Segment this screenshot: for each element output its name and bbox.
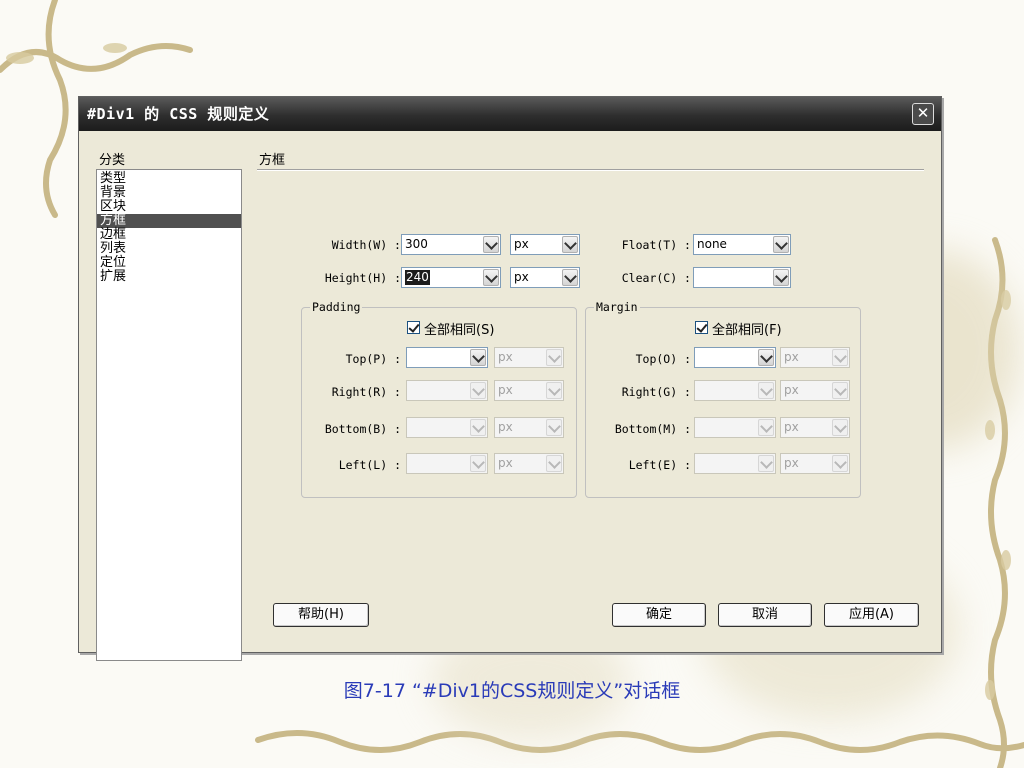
chevron-down-icon[interactable] [470, 349, 486, 366]
float-label: Float(T) : [621, 238, 691, 252]
padding-right-label: Right(R) : [331, 385, 401, 399]
chevron-down-icon[interactable] [546, 455, 562, 472]
margin-left-unit[interactable]: px [780, 453, 850, 474]
margin-same-label: 全部相同(F) [712, 323, 782, 338]
margin-top-unit-value: px [784, 350, 799, 364]
height-unit-select[interactable]: px [510, 267, 580, 288]
padding-right-unit-value: px [498, 383, 513, 397]
cancel-button[interactable]: 取消 [718, 603, 812, 627]
padding-right-unit[interactable]: px [494, 380, 564, 401]
chevron-down-icon[interactable] [773, 236, 789, 253]
category-item-selected[interactable]: 方框 [97, 214, 241, 228]
chevron-down-icon[interactable] [832, 419, 848, 436]
margin-top-label: Top(O) : [635, 352, 691, 366]
padding-left-unit[interactable]: px [494, 453, 564, 474]
category-item[interactable]: 背景 [97, 186, 241, 200]
chevron-down-icon[interactable] [483, 236, 499, 253]
chevron-down-icon[interactable] [773, 269, 789, 286]
chevron-down-icon[interactable] [758, 455, 774, 472]
margin-group-title: Margin [594, 300, 640, 314]
margin-right-unit[interactable]: px [780, 380, 850, 401]
category-item[interactable]: 定位 [97, 256, 241, 270]
height-label: Height(H) : [324, 271, 401, 285]
category-item[interactable]: 区块 [97, 200, 241, 214]
margin-left-unit-value: px [784, 456, 799, 470]
padding-left-label: Left(L) : [338, 458, 401, 472]
padding-same-label: 全部相同(S) [424, 323, 495, 338]
float-value: none [697, 237, 727, 251]
width-value: 300 [405, 237, 428, 251]
margin-top-unit[interactable]: px [780, 347, 850, 368]
margin-left-label: Left(E) : [628, 458, 691, 472]
float-select[interactable]: none [693, 234, 791, 255]
clear-label: Clear(C) : [621, 271, 691, 285]
chevron-down-icon[interactable] [758, 349, 774, 366]
css-rule-dialog: #Div1 的 CSS 规则定义 ✕ 分类 类型 背景 区块 方框 边框 列表 … [78, 96, 942, 661]
height-value: 240 [405, 270, 430, 285]
figure-caption: 图7-17 “#Div1的CSS规则定义”对话框 [343, 680, 681, 702]
padding-top-unit-value: px [498, 350, 513, 364]
padding-right-input[interactable] [406, 380, 488, 401]
help-button[interactable]: 帮助(H) [273, 603, 369, 627]
category-label: 分类 [99, 153, 126, 168]
padding-bottom-unit[interactable]: px [494, 417, 564, 438]
chevron-down-icon[interactable] [470, 419, 486, 436]
chevron-down-icon[interactable] [758, 382, 774, 399]
width-label: Width(W) : [331, 238, 401, 252]
margin-bottom-unit-value: px [784, 420, 799, 434]
chevron-down-icon[interactable] [470, 455, 486, 472]
padding-top-unit[interactable]: px [494, 347, 564, 368]
padding-bottom-label: Bottom(B) : [324, 422, 401, 436]
chevron-down-icon[interactable] [832, 382, 848, 399]
padding-top-input[interactable] [406, 347, 488, 368]
margin-bottom-unit[interactable]: px [780, 417, 850, 438]
chevron-down-icon[interactable] [546, 419, 562, 436]
padding-left-unit-value: px [498, 456, 513, 470]
category-item[interactable]: 列表 [97, 242, 241, 256]
margin-bottom-label: Bottom(M) : [614, 422, 691, 436]
margin-left-input[interactable] [694, 453, 776, 474]
chevron-down-icon[interactable] [483, 269, 499, 286]
margin-right-unit-value: px [784, 383, 799, 397]
chevron-down-icon[interactable] [832, 349, 848, 366]
height-unit: px [514, 270, 529, 284]
padding-top-label: Top(P) : [345, 352, 401, 366]
width-unit-select[interactable]: px [510, 234, 580, 255]
chevron-down-icon[interactable] [562, 269, 578, 286]
padding-group-title: Padding [310, 300, 363, 314]
padding-left-input[interactable] [406, 453, 488, 474]
apply-button[interactable]: 应用(A) [824, 603, 919, 627]
category-item[interactable]: 类型 [97, 172, 241, 186]
section-divider [257, 169, 924, 171]
padding-same-checkbox[interactable] [407, 321, 420, 334]
ok-button[interactable]: 确定 [612, 603, 706, 627]
clear-select[interactable] [693, 267, 791, 288]
margin-top-input[interactable] [694, 347, 776, 368]
chevron-down-icon[interactable] [562, 236, 578, 253]
category-item[interactable]: 边框 [97, 228, 241, 242]
close-button[interactable]: ✕ [912, 103, 934, 125]
chevron-down-icon[interactable] [546, 349, 562, 366]
dialog-title: #Div1 的 CSS 规则定义 [87, 105, 270, 123]
width-input[interactable]: 300 [401, 234, 501, 255]
chevron-down-icon[interactable] [758, 419, 774, 436]
category-list[interactable]: 类型 背景 区块 方框 边框 列表 定位 扩展 [96, 169, 242, 661]
margin-right-label: Right(G) : [621, 385, 691, 399]
height-input[interactable]: 240 [401, 267, 501, 288]
width-unit: px [514, 237, 529, 251]
margin-bottom-input[interactable] [694, 417, 776, 438]
padding-bottom-input[interactable] [406, 417, 488, 438]
chevron-down-icon[interactable] [470, 382, 486, 399]
section-title: 方框 [259, 153, 286, 168]
dialog-body: 分类 类型 背景 区块 方框 边框 列表 定位 扩展 方框 Width(W) :… [79, 131, 941, 661]
title-bar[interactable]: #Div1 的 CSS 规则定义 ✕ [79, 97, 941, 131]
padding-bottom-unit-value: px [498, 420, 513, 434]
category-item[interactable]: 扩展 [97, 270, 241, 284]
chevron-down-icon[interactable] [546, 382, 562, 399]
chevron-down-icon[interactable] [832, 455, 848, 472]
margin-right-input[interactable] [694, 380, 776, 401]
margin-same-checkbox[interactable] [695, 321, 708, 334]
